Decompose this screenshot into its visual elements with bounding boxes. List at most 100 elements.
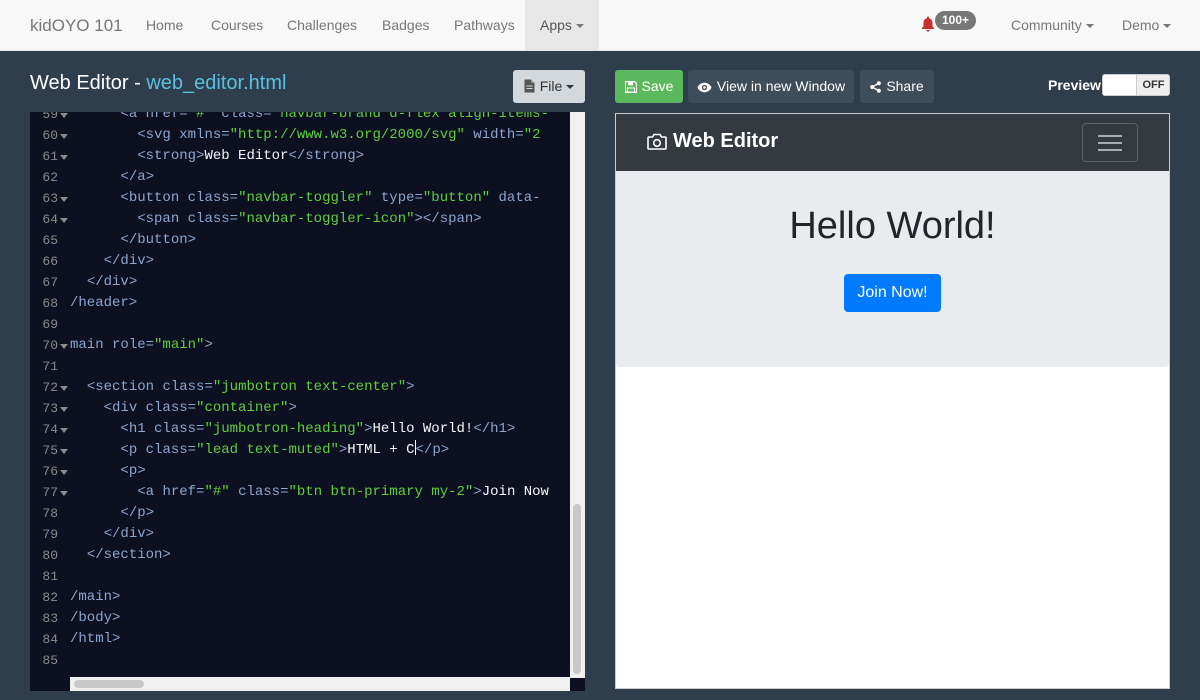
fold-arrow-icon[interactable] bbox=[60, 134, 68, 139]
file-menu-button[interactable]: File bbox=[513, 70, 585, 103]
floppy-disk-icon bbox=[624, 80, 637, 94]
nav-apps-label: Apps bbox=[540, 17, 572, 33]
code-line: 83/body> bbox=[30, 608, 570, 629]
fold-arrow-icon[interactable] bbox=[60, 449, 68, 454]
code-line: 71 bbox=[30, 356, 570, 377]
bell-icon[interactable] bbox=[921, 16, 935, 32]
camera-icon bbox=[647, 133, 667, 150]
scrollbar-thumb[interactable] bbox=[573, 504, 581, 674]
line-number: 69 bbox=[42, 317, 58, 332]
vertical-scrollbar[interactable] bbox=[570, 112, 585, 678]
page-title: Web Editor - web_editor.html bbox=[30, 72, 286, 95]
nav-pathways[interactable]: Pathways bbox=[454, 17, 515, 33]
file-icon bbox=[524, 79, 535, 93]
fold-arrow-icon[interactable] bbox=[60, 386, 68, 391]
code-line: 68/header> bbox=[30, 293, 570, 314]
code-line: 64 <span class="navbar-toggler-icon"></s… bbox=[30, 209, 570, 230]
fold-arrow-icon[interactable] bbox=[60, 197, 68, 202]
view-in-new-window-label: View in new Window bbox=[716, 78, 846, 94]
share-button[interactable]: Share bbox=[860, 70, 934, 103]
user-name: Demo bbox=[1122, 17, 1160, 33]
horizontal-scrollbar[interactable] bbox=[70, 677, 570, 691]
code-line: 62 </a> bbox=[30, 167, 570, 188]
chevron-down-icon bbox=[1163, 24, 1172, 29]
save-button[interactable]: Save bbox=[615, 70, 683, 103]
line-number: 73 bbox=[42, 401, 58, 416]
notification-badge[interactable]: 100+ bbox=[935, 11, 977, 30]
nav-community-dropdown[interactable]: Community bbox=[1011, 17, 1094, 33]
nav-community-label: Community bbox=[1011, 17, 1082, 33]
preview-toggle[interactable]: OFF bbox=[1102, 74, 1170, 96]
scrollbar-thumb[interactable] bbox=[74, 680, 144, 688]
line-number: 70 bbox=[42, 338, 58, 353]
nav-badges[interactable]: Badges bbox=[382, 17, 429, 33]
code-line: 82/main> bbox=[30, 587, 570, 608]
preview-brand-label: Web Editor bbox=[673, 130, 779, 152]
code-line: 67 </div> bbox=[30, 272, 570, 293]
nav-home[interactable]: Home bbox=[146, 17, 183, 33]
fold-arrow-icon[interactable] bbox=[60, 407, 68, 412]
line-number: 85 bbox=[42, 653, 58, 668]
fold-arrow-icon[interactable] bbox=[60, 428, 68, 433]
hamburger-menu-icon[interactable] bbox=[1082, 123, 1138, 162]
line-number: 67 bbox=[42, 275, 58, 290]
code-line: 60 <svg xmlns="http://www.w3.org/2000/sv… bbox=[30, 125, 570, 146]
line-number: 62 bbox=[42, 170, 58, 185]
line-number: 71 bbox=[42, 359, 58, 374]
code-line: 81 bbox=[30, 566, 570, 587]
code-line: 69 bbox=[30, 314, 570, 335]
line-number: 68 bbox=[42, 296, 58, 311]
toggle-knob bbox=[1103, 75, 1137, 95]
code-line: 73 <div class="container"> bbox=[30, 398, 570, 419]
code-line: 84/html> bbox=[30, 629, 570, 650]
fold-arrow-icon[interactable] bbox=[60, 344, 68, 349]
line-number: 80 bbox=[42, 548, 58, 563]
filename: web_editor.html bbox=[146, 72, 287, 94]
code-line: 66 </div> bbox=[30, 251, 570, 272]
line-number: 63 bbox=[42, 191, 58, 206]
user-menu-dropdown[interactable]: Demo bbox=[1122, 17, 1172, 33]
view-in-new-window-button[interactable]: View in new Window bbox=[688, 70, 854, 103]
code-line: 85 bbox=[30, 650, 570, 671]
code-line: 63 <button class="navbar-toggler" type="… bbox=[30, 188, 570, 209]
code-area[interactable]: 59 <a href="#" class="navbar-brand d-fle… bbox=[30, 112, 570, 671]
code-line: 76 <p> bbox=[30, 461, 570, 482]
fold-arrow-icon[interactable] bbox=[60, 491, 68, 496]
chevron-down-icon bbox=[1085, 24, 1094, 29]
jumbotron: Hello World! Join Now! bbox=[616, 171, 1169, 367]
line-number: 72 bbox=[42, 380, 58, 395]
share-label: Share bbox=[886, 78, 924, 94]
fold-arrow-icon[interactable] bbox=[60, 113, 68, 118]
code-line: 79 </div> bbox=[30, 524, 570, 545]
code-line: 72 <section class="jumbotron text-center… bbox=[30, 377, 570, 398]
code-editor[interactable]: 59 <a href="#" class="navbar-brand d-fle… bbox=[30, 112, 585, 691]
line-number: 64 bbox=[42, 212, 58, 227]
join-now-button[interactable]: Join Now! bbox=[844, 274, 941, 312]
chevron-down-icon bbox=[575, 24, 584, 29]
preview-label: Preview bbox=[1048, 77, 1101, 93]
share-icon bbox=[870, 81, 882, 93]
preview-pane: Web Editor Hello World! Join Now! bbox=[615, 113, 1170, 689]
line-number: 60 bbox=[42, 128, 58, 143]
preview-brand[interactable]: Web Editor bbox=[647, 130, 778, 153]
toggle-state: OFF bbox=[1137, 75, 1169, 95]
line-number: 75 bbox=[42, 443, 58, 458]
eye-icon bbox=[697, 82, 712, 93]
site-brand[interactable]: kidOYO 101 bbox=[30, 16, 123, 36]
top-navbar: kidOYO 101 Home Courses Challenges Badge… bbox=[0, 0, 1200, 51]
line-number: 77 bbox=[42, 485, 58, 500]
preview-navbar: Web Editor bbox=[616, 114, 1169, 171]
code-line: 75 <p class="lead text-muted">HTML + C</… bbox=[30, 440, 570, 461]
fold-arrow-icon[interactable] bbox=[60, 470, 68, 475]
nav-challenges[interactable]: Challenges bbox=[287, 17, 357, 33]
nav-courses[interactable]: Courses bbox=[211, 17, 263, 33]
line-number: 76 bbox=[42, 464, 58, 479]
line-number: 66 bbox=[42, 254, 58, 269]
code-line: 70 main role="main"> bbox=[30, 335, 570, 356]
line-number: 65 bbox=[42, 233, 58, 248]
nav-apps-dropdown[interactable]: Apps bbox=[525, 0, 599, 50]
fold-arrow-icon[interactable] bbox=[60, 155, 68, 160]
chevron-down-icon bbox=[566, 85, 575, 90]
line-number: 61 bbox=[42, 149, 58, 164]
fold-arrow-icon[interactable] bbox=[60, 218, 68, 223]
